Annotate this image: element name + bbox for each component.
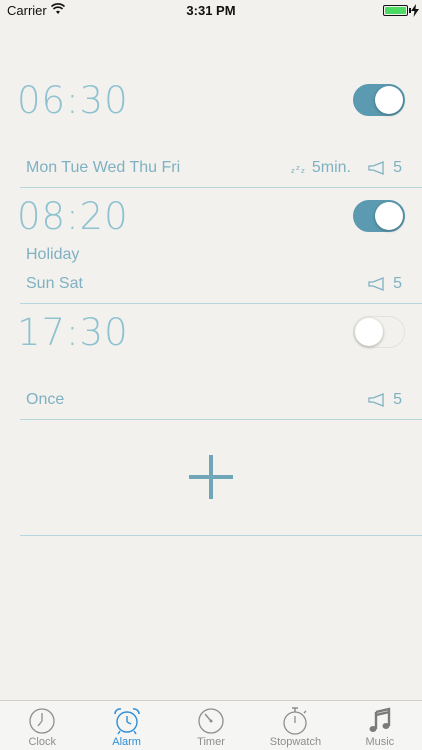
alarm-time[interactable]: 17:30: [17, 311, 129, 354]
charging-bolt-icon: [411, 4, 419, 17]
clock-icon: [29, 708, 55, 734]
toggle-knob: [375, 86, 403, 114]
volume-label: 5: [393, 391, 402, 408]
megaphone-icon: [368, 393, 384, 407]
status-time: 3:31 PM: [186, 3, 236, 18]
alarm-row[interactable]: 17:30 Once 5: [0, 304, 422, 420]
alarm-clock-icon: [113, 708, 140, 735]
divider: [20, 419, 422, 420]
alarm-toggle[interactable]: [353, 316, 405, 348]
tab-clock[interactable]: Clock: [0, 701, 84, 750]
alarm-row[interactable]: 06:30 Mon Tue Wed Thu Fri z z z 5min. 5: [0, 70, 422, 188]
megaphone-icon: [368, 161, 384, 175]
svg-text:z: z: [291, 167, 295, 174]
alarm-time[interactable]: 06:30: [17, 79, 129, 122]
timer-icon: [198, 708, 224, 734]
tab-music[interactable]: Music: [338, 701, 422, 750]
divider: [20, 535, 422, 536]
alarm-snooze: z z z 5min.: [291, 159, 351, 177]
volume-label: 5: [393, 159, 402, 176]
alarm-days: Once: [26, 391, 65, 408]
toggle-knob: [355, 318, 383, 346]
tab-bar: Clock Alarm Timer Stopwatch Music: [0, 700, 422, 750]
alarm-volume: 5: [368, 275, 402, 293]
music-note-icon: [369, 707, 391, 732]
alarm-days: Sun Sat: [26, 275, 83, 292]
svg-text:z: z: [296, 164, 300, 172]
alarm-days: Mon Tue Wed Thu Fri: [26, 159, 181, 176]
stopwatch-icon: [283, 707, 308, 735]
plus-icon-vertical: [209, 455, 213, 499]
status-bar: Carrier 3:31 PM: [0, 0, 422, 22]
toggle-knob: [375, 202, 403, 230]
alarm-toggle[interactable]: [353, 84, 405, 116]
tab-alarm[interactable]: Alarm: [84, 701, 168, 750]
tab-label: Alarm: [112, 736, 141, 748]
svg-text:z: z: [301, 167, 305, 174]
snooze-icon: z z z: [291, 164, 305, 174]
tab-label: Music: [365, 736, 395, 748]
alarm-row[interactable]: 08:20 Holiday Sun Sat 5: [0, 188, 422, 304]
megaphone-icon: [368, 277, 384, 291]
tab-stopwatch[interactable]: Stopwatch: [253, 701, 337, 750]
alarm-toggle[interactable]: [353, 200, 405, 232]
battery-icon: [383, 5, 408, 16]
add-alarm-button[interactable]: [189, 455, 233, 499]
snooze-label: 5min.: [311, 159, 351, 176]
tab-label: Clock: [28, 736, 56, 748]
tab-timer[interactable]: Timer: [169, 701, 253, 750]
alarm-volume: 5: [368, 391, 402, 409]
alarm-time[interactable]: 08:20: [17, 195, 129, 238]
tab-label: Stopwatch: [269, 736, 322, 748]
tab-label: Timer: [197, 736, 225, 748]
alarm-label: Holiday: [26, 246, 80, 263]
alarm-volume: 5: [368, 159, 402, 177]
volume-label: 5: [393, 275, 402, 292]
